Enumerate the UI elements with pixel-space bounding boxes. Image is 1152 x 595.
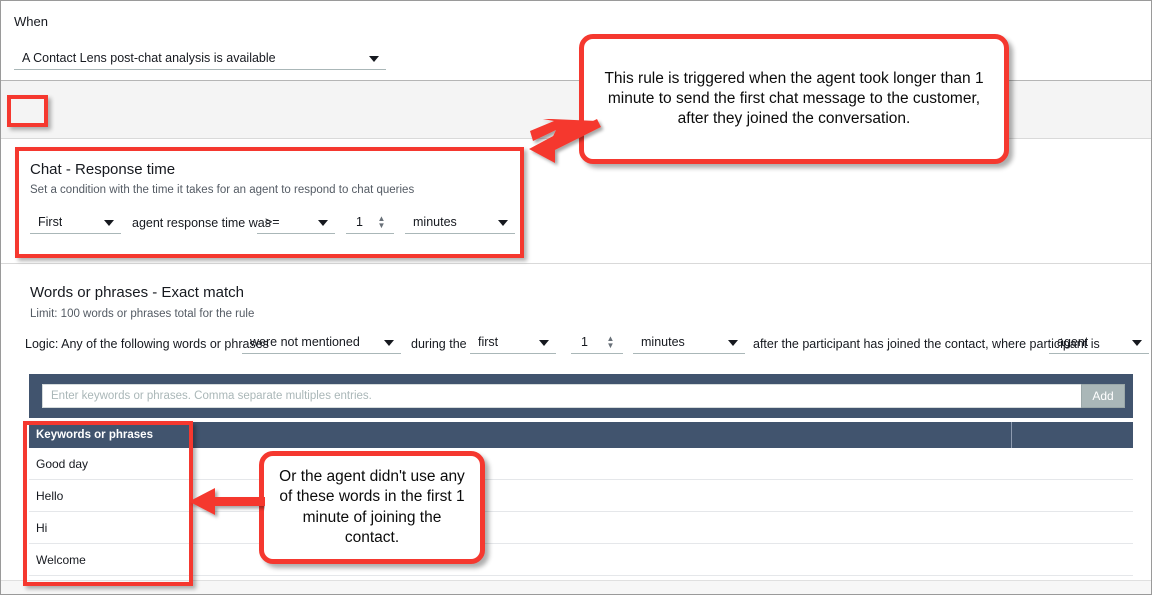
keywords-table-header: Keywords or phrases [29,422,1133,448]
chat-unit-value: minutes [413,214,457,229]
table-row[interactable]: Welcome [29,544,1133,576]
words-position-value: first [478,334,499,349]
table-row[interactable]: Hello [29,480,1133,512]
words-mention-value: were not mentioned [250,334,360,349]
chat-operator-select[interactable]: >= [257,210,335,234]
trigger-select-value: A Contact Lens post-chat analysis is ava… [22,50,276,65]
words-logic-label: Logic: Any of the following words or phr… [25,337,269,351]
words-participant-value: agent [1057,334,1089,349]
words-after-label: after the participant has joined the con… [753,337,1100,351]
when-label: When [14,14,48,29]
cell-keyword: Hello [36,488,64,503]
words-mention-select[interactable]: were not mentioned [242,330,401,354]
chevron-down-icon [384,339,394,346]
table-footer-strip [1,580,1151,594]
callout-1-text: This rule is triggered when the agent to… [604,69,984,128]
words-condition-subtitle: Limit: 100 words or phrases total for th… [30,308,255,320]
words-participant-select[interactable]: agent [1049,330,1149,354]
column-divider-1 [1011,422,1012,448]
words-unit-select[interactable]: minutes [633,330,745,354]
add-keyword-button[interactable]: Add [1081,384,1125,408]
keyword-entry-panel: Enter keywords or phrases. Comma separat… [29,374,1133,418]
chevron-down-icon [498,219,508,226]
words-position-select[interactable]: first [470,330,556,354]
chat-occurrence-value: First [38,214,63,229]
table-row[interactable]: Hi [29,512,1133,544]
chevron-down-icon [728,339,738,346]
chat-amount-input[interactable]: 1 ▲ ▼ [346,210,394,234]
callout-2-text: Or the agent didn't use any of these wor… [279,468,465,546]
words-during-label: during the [411,337,467,351]
callout-rule-trigger-explanation: This rule is triggered when the agent to… [579,34,1009,164]
chat-middle-label: agent response time was [132,216,271,230]
chat-unit-select[interactable]: minutes [405,210,515,234]
words-amount-value: 1 [581,334,588,349]
chevron-down-icon [539,339,549,346]
stepper-icon[interactable]: ▲ ▼ [606,334,615,349]
cell-keyword: Welcome [36,552,86,567]
chevron-down-icon [1132,339,1142,346]
chat-operator-value: >= [265,214,280,229]
callout-keywords-explanation: Or the agent didn't use any of these wor… [259,451,485,564]
chat-occurrence-select[interactable]: First [30,210,121,234]
chevron-down-icon [318,219,328,226]
chat-amount-value: 1 [356,214,363,229]
keyword-input[interactable]: Enter keywords or phrases. Comma separat… [42,384,1102,408]
cell-keyword: Good day [36,456,89,471]
cell-keyword: Hi [36,520,48,535]
rule-builder-screenshot: When A Contact Lens post-chat analysis i… [0,0,1152,595]
chevron-down-icon [104,219,114,226]
keywords-table-body: Good day Hello Hi Welcome [29,448,1133,576]
chat-condition-subtitle: Set a condition with the time it takes f… [30,184,415,196]
trigger-select[interactable]: A Contact Lens post-chat analysis is ava… [14,46,386,70]
words-amount-input[interactable]: 1 ▲ ▼ [571,330,623,354]
stepper-icon[interactable]: ▲ ▼ [377,214,386,229]
chat-condition-title: Chat - Response time [30,161,176,178]
words-unit-value: minutes [641,334,685,349]
column-header-keywords: Keywords or phrases [36,429,153,441]
words-condition-title: Words or phrases - Exact match [30,284,244,301]
chevron-down-icon [369,55,379,62]
table-row[interactable]: Good day [29,448,1133,480]
